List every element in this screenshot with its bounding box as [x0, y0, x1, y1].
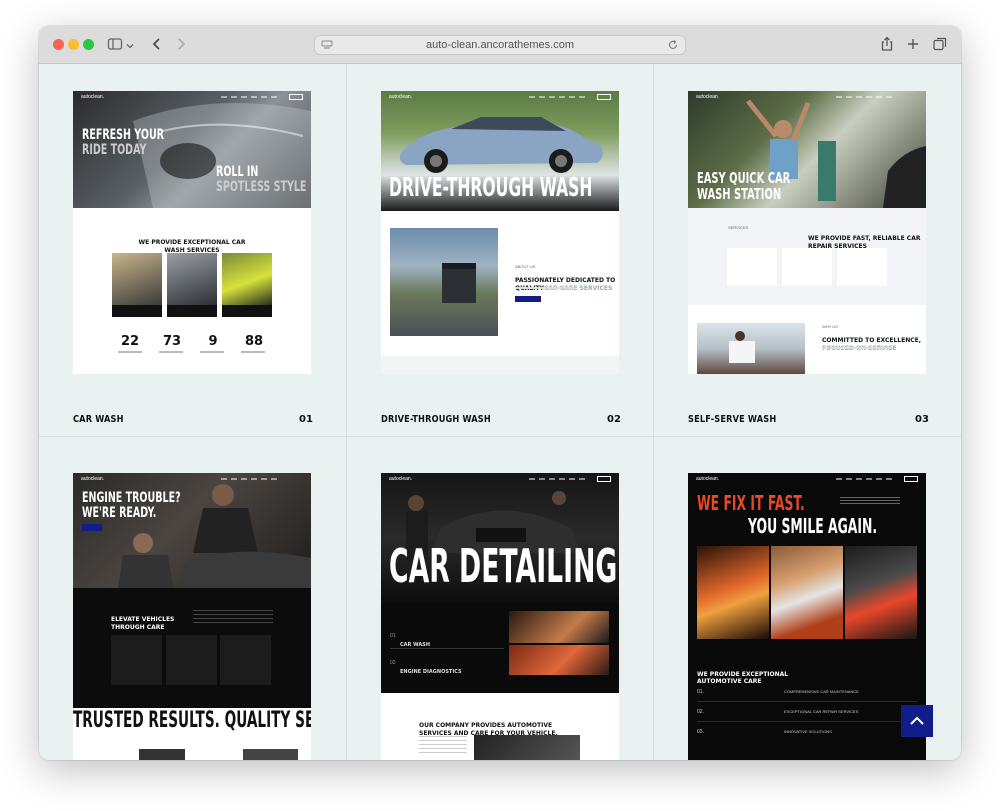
service-tile	[837, 248, 887, 286]
site-nav: autoclean.	[73, 91, 311, 103]
demo-number: 03	[915, 414, 929, 425]
list-num: 01.	[697, 689, 704, 695]
hero-title: DRIVE-THROUGH WASH	[389, 173, 593, 203]
site-nav: autoclean.	[688, 91, 926, 103]
url-text: auto-clean.ancorathemes.com	[426, 39, 574, 51]
stat-value: 22	[120, 334, 140, 349]
service-image	[167, 253, 217, 305]
detailing-image	[509, 645, 609, 675]
list-label[interactable]: COMPREHENSIVE CAR MAINTENANCE	[784, 689, 859, 694]
demo-card-auto-repair[interactable]: autoclean. WE FIX IT FAST. YOU SMILE AGA…	[688, 473, 926, 760]
demo-card-engine-repair[interactable]: autoclean. ENGINE TROUBLE? WE'RE READY. …	[73, 473, 311, 760]
service-tile	[220, 635, 271, 685]
sub-title-line2: THROUGH CARE	[111, 624, 165, 631]
hero-title: CAR DETAILING	[389, 539, 618, 593]
minimize-window-button[interactable]	[68, 39, 79, 50]
hero-title-line2: WE'RE READY.	[82, 505, 157, 521]
station-image	[390, 228, 498, 336]
mechanic-image	[697, 323, 805, 374]
footer-image	[474, 735, 580, 760]
hero-title-line2: WASH STATION	[697, 185, 782, 203]
list-label[interactable]: ENGINE DIAGNOSTICS	[400, 669, 462, 675]
gallery-image	[845, 546, 917, 639]
list-label[interactable]: INNOVATIVE SOLUTIONS	[784, 729, 832, 734]
gallery-image	[771, 546, 843, 639]
banner-text: TRUSTED RESULTS. QUALITY SERVI	[73, 708, 311, 733]
close-window-button[interactable]	[53, 39, 64, 50]
demo-card-self-serve-wash[interactable]: autoclean. EASY QUICK CAR WASH STATION S…	[688, 91, 926, 374]
demo-number: 01	[299, 414, 313, 425]
detailing-image	[509, 611, 609, 643]
list-num: 02	[390, 660, 396, 666]
service-tile	[782, 248, 832, 286]
chevron-down-icon[interactable]	[125, 38, 143, 56]
scroll-to-top-button[interactable]	[901, 705, 933, 737]
stat-value: 9	[208, 334, 218, 349]
hero-title-line2: YOU SMILE AGAIN.	[748, 514, 878, 538]
demo-caption[interactable]: DRIVE-THROUGH WASH	[381, 414, 491, 425]
tab-overview-icon[interactable]	[932, 36, 950, 54]
learn-more-button[interactable]	[515, 296, 541, 302]
forward-arrow-icon[interactable]	[173, 36, 191, 54]
hero-cta-button[interactable]	[82, 524, 102, 531]
zoom-window-button[interactable]	[83, 39, 94, 50]
hero-title-line2: RIDE TODAY	[82, 142, 147, 158]
site-nav: autoclean.	[381, 473, 619, 485]
service-image	[222, 253, 272, 305]
site-nav: autoclean.	[688, 473, 926, 485]
service-tile	[727, 248, 777, 286]
hero-sub-line2: SPOTLESS STYLE	[216, 179, 307, 195]
gallery-image	[697, 546, 769, 639]
site-nav: autoclean.	[73, 473, 311, 485]
demo-number: 02	[607, 414, 621, 425]
service-tile	[166, 635, 217, 685]
sidebar-toggle-icon[interactable]	[107, 36, 125, 54]
demo-grid: autoclean. REFRESH YOUR RIDE TODAY ROLL …	[39, 64, 961, 760]
new-tab-icon[interactable]	[905, 36, 923, 54]
list-num: 02.	[697, 709, 704, 715]
list-num: 01	[390, 633, 396, 639]
list-num: 03.	[697, 729, 704, 735]
list-label[interactable]: EXCEPTIONAL CAR REPAIR SERVICES	[784, 709, 858, 714]
address-bar[interactable]: auto-clean.ancorathemes.com	[314, 35, 686, 55]
site-nav: autoclean.	[381, 91, 619, 103]
stat-value: 88	[244, 334, 264, 349]
demo-card-drive-through-wash[interactable]: autoclean. DRIVE-THROUGH WASH ABOUT US P…	[381, 91, 619, 374]
section-title-line2: AUTOMOTIVE CARE	[697, 678, 762, 685]
chevron-up-icon	[910, 716, 924, 725]
stat-value: 73	[162, 334, 182, 349]
back-arrow-icon[interactable]	[149, 36, 167, 54]
browser-toolbar: auto-clean.ancorathemes.com	[39, 26, 961, 64]
share-icon[interactable]	[879, 36, 897, 54]
demo-card-car-detailing[interactable]: autoclean. CAR DETAILING 01 CAR WASH 02 …	[381, 473, 619, 760]
demo-caption[interactable]: CAR WASH	[73, 414, 124, 425]
service-image	[112, 253, 162, 305]
demo-caption[interactable]: SELF-SERVE WASH	[688, 414, 776, 425]
reload-icon[interactable]	[667, 39, 679, 51]
service-tile	[111, 635, 162, 685]
hero-title-line1: WE FIX IT FAST.	[697, 491, 805, 515]
demo-card-car-wash[interactable]: autoclean. REFRESH YOUR RIDE TODAY ROLL …	[73, 91, 311, 374]
browser-window: auto-clean.ancorathemes.com autoclean. R…	[39, 26, 961, 760]
